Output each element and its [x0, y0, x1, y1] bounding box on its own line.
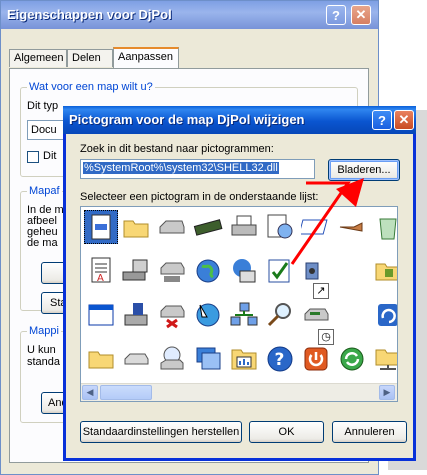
annotation-arrow: [290, 178, 364, 265]
annotation-arrow-line: [290, 181, 351, 265]
